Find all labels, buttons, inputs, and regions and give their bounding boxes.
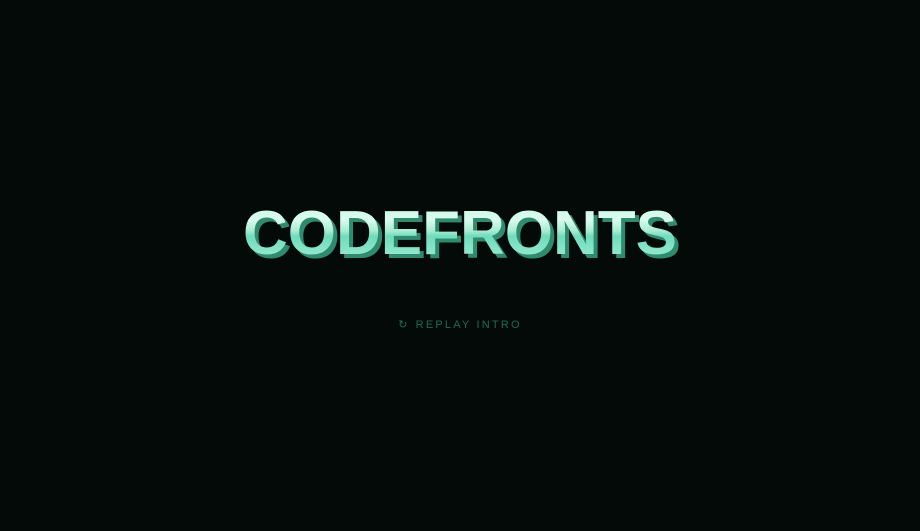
logo-text: CODEFRONTS xyxy=(243,199,677,268)
replay-intro-label: REPLAY INTRO xyxy=(415,319,522,331)
replay-icon: ↻ xyxy=(398,319,410,331)
replay-intro-button[interactable]: ↻ REPLAY INTRO xyxy=(0,318,920,331)
logo-container: CODEFRONTS CODEFRONTS xyxy=(0,199,920,272)
logo-wordmark: CODEFRONTS CODEFRONTS xyxy=(243,199,681,272)
intro-screen: CODEFRONTS CODEFRONTS ↻ REPLAY INTRO xyxy=(0,0,920,531)
